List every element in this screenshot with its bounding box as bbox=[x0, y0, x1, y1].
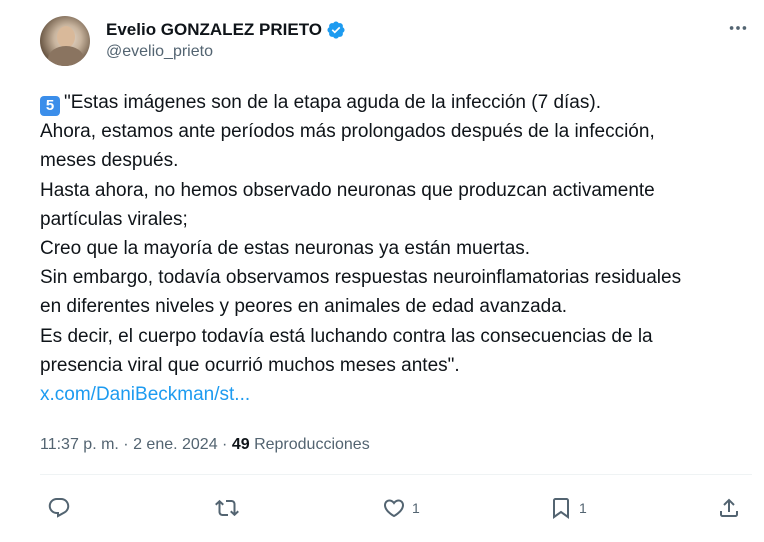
tweet-text-line: Sin embargo, todavía observamos respuest… bbox=[40, 267, 682, 289]
avatar-face bbox=[57, 26, 75, 48]
avatar[interactable] bbox=[40, 16, 90, 66]
tweet-link[interactable]: x.com/DaniBeckman/st... bbox=[40, 380, 752, 409]
tweet-text-line: Ahora, estamos ante períodos más prolong… bbox=[40, 121, 655, 143]
tweet-time[interactable]: 11:37 p. m. bbox=[40, 436, 119, 453]
tweet-text-line-content: "Estas imágenes son de la etapa aguda de… bbox=[64, 92, 601, 113]
tweet-date[interactable]: 2 ene. 2024 bbox=[133, 436, 218, 453]
like-button[interactable]: 1 bbox=[382, 490, 420, 526]
keycap-five-emoji: 5 bbox=[40, 96, 60, 116]
like-count: 1 bbox=[412, 500, 420, 516]
avatar-body bbox=[48, 46, 84, 66]
tweet-text-line: 5 "Estas imágenes son de la etapa aguda d… bbox=[40, 88, 752, 117]
tweet-text-line: Hasta ahora, no hemos observado neuronas… bbox=[40, 179, 655, 201]
author-name[interactable]: Evelio GONZALEZ PRIETO bbox=[106, 20, 322, 40]
bookmark-icon bbox=[553, 498, 569, 519]
bookmark-count: 1 bbox=[579, 500, 587, 516]
views-count: 49 bbox=[231, 436, 250, 453]
like-icon bbox=[383, 499, 405, 518]
retweet-icon bbox=[215, 499, 239, 517]
meta-separator: · bbox=[118, 436, 134, 453]
action-bar: 1 1 bbox=[0, 490, 764, 526]
tweet-text-line: Creo que la mayoría de estas neuronas ya… bbox=[40, 238, 531, 260]
meta-separator: · bbox=[217, 436, 232, 453]
views-label: Reproducciones bbox=[249, 436, 370, 453]
tweet-text-line: presencia viral que ocurrió muchos meses… bbox=[40, 354, 460, 376]
tweet-text: 5 "Estas imágenes son de la etapa aguda d… bbox=[40, 88, 752, 409]
verified-badge-icon bbox=[327, 21, 345, 39]
author-handle[interactable]: @evelio_prieto bbox=[106, 43, 213, 61]
reply-icon bbox=[48, 498, 70, 518]
more-icon bbox=[729, 26, 747, 30]
tweet-text-line: en diferentes niveles y peores en animal… bbox=[40, 296, 568, 318]
reply-button[interactable] bbox=[47, 490, 71, 526]
retweet-button[interactable] bbox=[215, 490, 239, 526]
share-button[interactable] bbox=[717, 490, 741, 526]
share-icon bbox=[720, 498, 738, 517]
tweet-text-line: meses después. bbox=[40, 150, 179, 172]
bookmark-button[interactable]: 1 bbox=[549, 490, 587, 526]
tweet-meta: 11:37 p. m. · 2 ene. 2024 · 49 Reproducc… bbox=[40, 436, 370, 454]
divider bbox=[40, 474, 752, 475]
tweet-text-line: partículas virales; bbox=[40, 208, 188, 230]
more-options-button[interactable] bbox=[724, 14, 752, 42]
tweet-text-line: Es decir, el cuerpo todavía está luchand… bbox=[40, 325, 653, 347]
author-name-row[interactable]: Evelio GONZALEZ PRIETO bbox=[106, 18, 346, 42]
